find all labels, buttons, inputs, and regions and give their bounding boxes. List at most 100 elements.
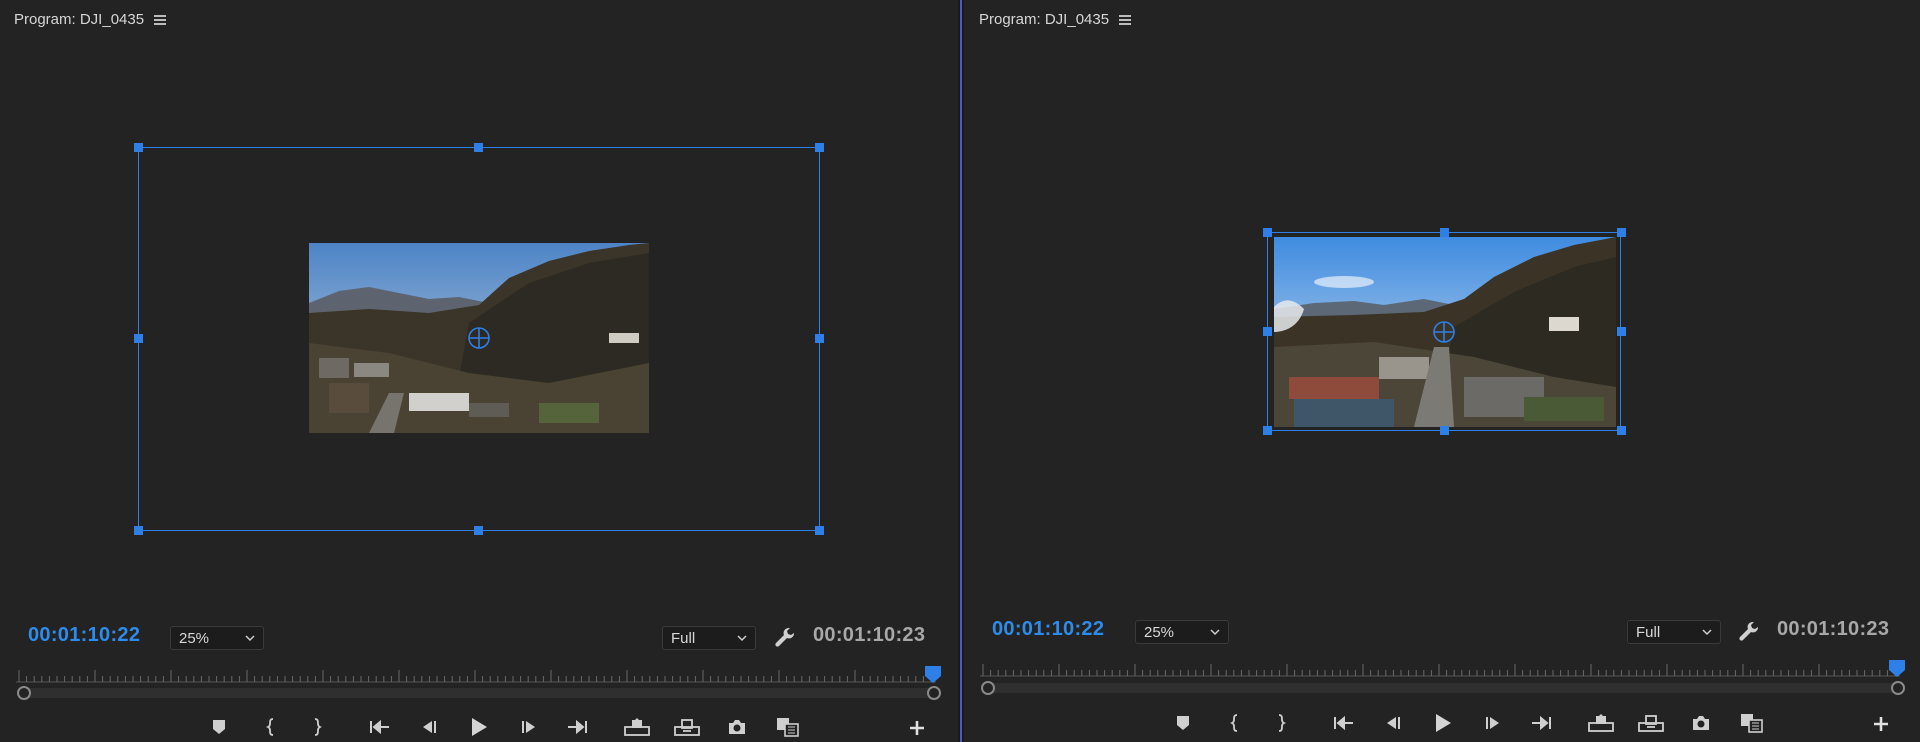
play-icon — [472, 718, 487, 736]
mark-in-icon — [266, 718, 274, 736]
transform-handle-bottom-left[interactable] — [1263, 426, 1272, 435]
transform-handle-left[interactable] — [1263, 327, 1272, 336]
playhead-icon[interactable] — [1889, 660, 1905, 678]
button-editor-plus-icon[interactable] — [1872, 715, 1890, 733]
current-timecode[interactable]: 00:01:10:22 — [28, 624, 140, 647]
hamburger-menu-icon[interactable] — [1119, 14, 1132, 25]
mark-in-icon — [1230, 714, 1238, 732]
add-marker-button[interactable] — [1170, 710, 1196, 736]
play-button[interactable] — [466, 714, 492, 740]
transform-handle-bottom-right[interactable] — [815, 526, 824, 535]
zoom-scroll-bar[interactable] — [988, 683, 1898, 693]
program-monitors-app: Program: DJI_0435 00:01:10:22 25% Full 0… — [0, 0, 1920, 742]
transform-handle-top-left[interactable] — [1263, 228, 1272, 237]
program-monitor-left: Program: DJI_0435 00:01:10:22 25% Full 0… — [0, 0, 958, 742]
zoom-level-dropdown[interactable]: 25% — [1135, 620, 1229, 644]
lift-button[interactable] — [1588, 710, 1614, 736]
lift-button[interactable] — [624, 714, 650, 740]
go-to-out-button[interactable] — [564, 714, 590, 740]
transform-handle-right[interactable] — [1617, 327, 1626, 336]
go-to-out-icon — [568, 719, 587, 735]
transform-handle-left[interactable] — [134, 334, 143, 343]
resolution-dropdown[interactable]: Full — [1627, 620, 1721, 644]
chevron-down-icon — [1702, 629, 1712, 636]
zoom-scroll-start-handle[interactable] — [981, 681, 995, 695]
chevron-down-icon — [245, 635, 255, 642]
extract-icon — [1638, 715, 1664, 732]
wrench-icon[interactable] — [774, 626, 794, 648]
extract-button[interactable] — [674, 714, 700, 740]
zoom-scroll-end-handle[interactable] — [927, 686, 941, 700]
step-back-icon — [423, 721, 436, 733]
transform-handle-top-right[interactable] — [1617, 228, 1626, 237]
zoom-scroll-start-handle[interactable] — [17, 686, 31, 700]
resolution-value: Full — [1636, 623, 1661, 641]
transform-handle-bottom-right[interactable] — [1617, 426, 1626, 435]
panel-header: Program: DJI_0435 — [979, 8, 1132, 30]
zoom-level-value: 25% — [1144, 623, 1175, 641]
resolution-value: Full — [671, 629, 696, 647]
go-to-out-button[interactable] — [1528, 710, 1554, 736]
zoom-scroll-end-handle[interactable] — [1891, 681, 1905, 695]
duration-timecode: 00:01:10:23 — [1777, 618, 1890, 640]
playhead-icon[interactable] — [925, 666, 941, 684]
transform-handle-right[interactable] — [815, 334, 824, 343]
transport-controls — [964, 708, 1920, 738]
program-viewer[interactable] — [0, 36, 958, 606]
zoom-level-value: 25% — [179, 629, 210, 647]
export-frame-icon — [729, 720, 745, 734]
export-frame-button[interactable] — [1688, 710, 1714, 736]
go-to-in-button[interactable] — [1331, 710, 1357, 736]
lift-icon — [1588, 714, 1614, 732]
comparison-view-button[interactable] — [775, 714, 801, 740]
go-to-in-icon — [1334, 715, 1353, 731]
mark-out-button[interactable] — [304, 714, 330, 740]
comparison-view-icon — [1741, 714, 1763, 733]
hamburger-menu-icon[interactable] — [154, 14, 167, 25]
go-to-in-button[interactable] — [367, 714, 393, 740]
transform-handle-bottom[interactable] — [474, 526, 483, 535]
program-monitor-right: Program: DJI_0435 00:01:10:22 25% Full 0… — [964, 0, 1920, 742]
zoom-level-dropdown[interactable]: 25% — [170, 626, 264, 650]
zoom-scroll-bar[interactable] — [24, 688, 934, 698]
transform-handle-top[interactable] — [1440, 228, 1449, 237]
mark-out-icon — [314, 718, 322, 736]
resolution-dropdown[interactable]: Full — [662, 626, 756, 650]
add-marker-button[interactable] — [206, 714, 232, 740]
export-frame-button[interactable] — [724, 714, 750, 740]
button-editor-plus-icon[interactable] — [908, 719, 926, 737]
program-viewer[interactable] — [964, 36, 1920, 606]
duration-timecode: 00:01:10:23 — [813, 624, 926, 646]
current-timecode[interactable]: 00:01:10:22 — [992, 618, 1104, 641]
play-icon — [1436, 714, 1451, 732]
extract-button[interactable] — [1638, 710, 1664, 736]
time-ruler-ticks — [16, 670, 936, 683]
comparison-view-button[interactable] — [1739, 710, 1765, 736]
anchor-point-icon[interactable] — [1432, 320, 1456, 344]
step-back-icon — [1387, 717, 1400, 729]
step-back-button[interactable] — [1380, 710, 1406, 736]
lift-icon — [624, 718, 650, 736]
panel-header: Program: DJI_0435 — [14, 8, 167, 30]
mark-out-button[interactable] — [1268, 710, 1294, 736]
transform-handle-bottom-left[interactable] — [134, 526, 143, 535]
transform-handle-top-right[interactable] — [815, 143, 824, 152]
comparison-view-icon — [777, 718, 799, 737]
mark-in-button[interactable] — [1222, 710, 1248, 736]
play-button[interactable] — [1430, 710, 1456, 736]
transform-handle-top[interactable] — [474, 143, 483, 152]
panel-title: Program: DJI_0435 — [14, 10, 145, 28]
mark-in-button[interactable] — [258, 714, 284, 740]
anchor-point-icon[interactable] — [467, 326, 491, 350]
step-forward-icon — [1486, 717, 1499, 729]
go-to-out-icon — [1532, 715, 1551, 731]
step-forward-button[interactable] — [1480, 710, 1506, 736]
step-back-button[interactable] — [416, 714, 442, 740]
chevron-down-icon — [737, 635, 747, 642]
step-forward-icon — [522, 721, 535, 733]
step-forward-button[interactable] — [516, 714, 542, 740]
transport-controls — [0, 712, 958, 742]
transform-handle-bottom[interactable] — [1440, 426, 1449, 435]
wrench-icon[interactable] — [1738, 620, 1758, 642]
transform-handle-top-left[interactable] — [134, 143, 143, 152]
